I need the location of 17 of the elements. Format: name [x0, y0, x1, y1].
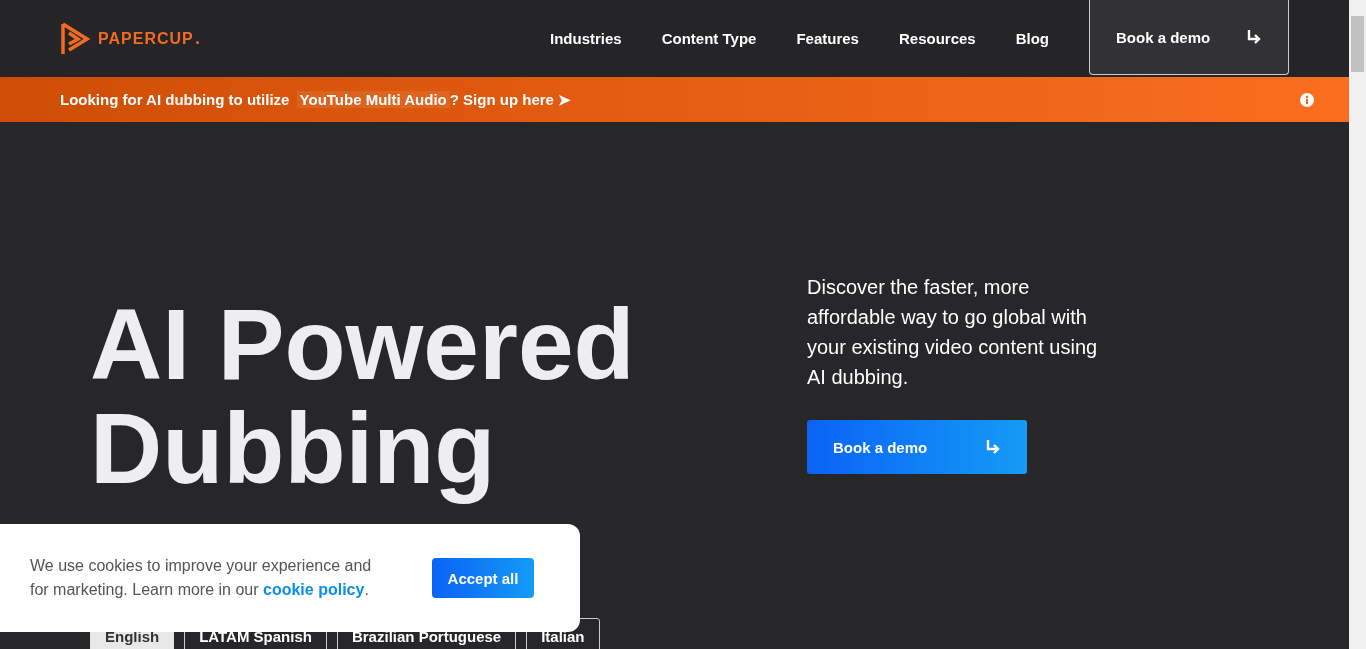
- announcement-link[interactable]: YouTube Multi Audio: [296, 90, 450, 108]
- book-demo-button[interactable]: Book a demo: [1089, 0, 1289, 75]
- nav-link[interactable]: Features: [776, 30, 879, 47]
- cookie-message: We use cookies to improve your experience and for marketing. Learn more in our cookie policy.: [30, 556, 373, 600]
- info-icon[interactable]: [1300, 92, 1314, 107]
- logo[interactable]: PAPERCUP: [60, 20, 199, 57]
- nav-link[interactable]: Blog: [995, 30, 1069, 47]
- accept-all-button[interactable]: Accept all: [432, 558, 534, 598]
- hero-description: Discover the faster, more affordable way to go global with your existing video content using AI dubbing.: [807, 275, 1099, 390]
- book-demo-button[interactable]: Book a demo: [807, 420, 1027, 474]
- arrow-icon: [1246, 29, 1262, 45]
- nav-link[interactable]: Content Type: [641, 30, 777, 47]
- announcement-text: Looking for AI dubbing to utilize YouTube Multi Audio ? Sign up here ➤: [60, 90, 572, 109]
- play-logo-icon: [60, 20, 90, 57]
- nav-link[interactable]: Resources: [878, 30, 996, 47]
- nav-link[interactable]: Industries: [530, 30, 642, 47]
- arrow-icon: [985, 439, 1001, 455]
